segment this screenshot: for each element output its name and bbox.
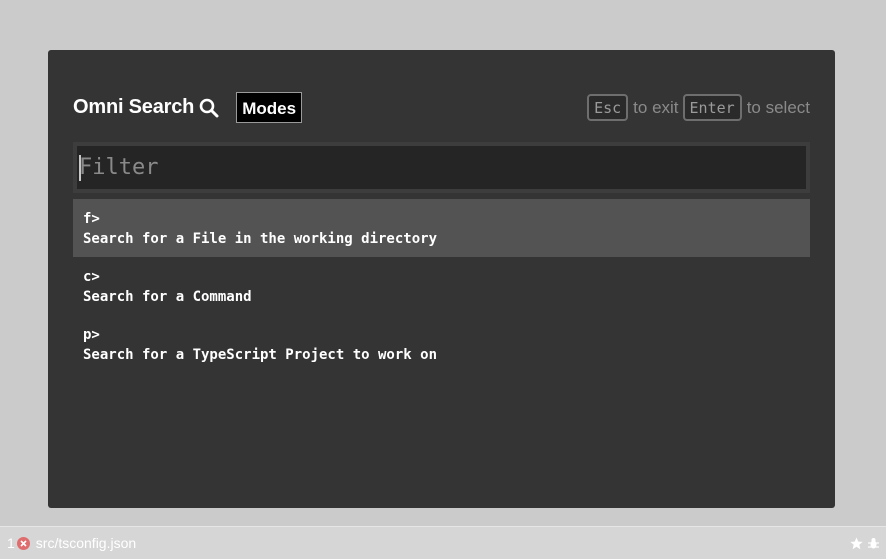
file-path[interactable]: src/tsconfig.json bbox=[36, 535, 136, 551]
modes-button[interactable]: Modes bbox=[236, 92, 303, 123]
select-hint-text: to select bbox=[746, 97, 810, 117]
list-item-description: Search for a Command bbox=[83, 289, 252, 305]
error-count[interactable]: 1 bbox=[7, 535, 15, 551]
list-item-file[interactable]: f> Search for a File in the working dire… bbox=[73, 199, 810, 257]
omni-search-dialog: Omni Search Modes Esc to exit Enter to s… bbox=[48, 50, 835, 508]
dialog-title: Omni Search bbox=[73, 96, 195, 118]
error-circle-icon[interactable] bbox=[16, 536, 30, 550]
exit-hint-text: to exit bbox=[633, 97, 679, 117]
bug-icon[interactable] bbox=[867, 537, 880, 550]
status-left: 1 src/tsconfig.json bbox=[7, 527, 136, 559]
list-item-prefix: p> bbox=[83, 327, 100, 343]
status-right bbox=[850, 527, 880, 559]
list-item-description: Search for a File in the working directo… bbox=[83, 231, 438, 247]
status-bar: 1 src/tsconfig.json bbox=[0, 526, 886, 559]
search-icon bbox=[199, 98, 219, 118]
list-item-project[interactable]: p> Search for a TypeScript Project to wo… bbox=[73, 315, 810, 373]
filter-box bbox=[73, 142, 810, 193]
filter-input[interactable] bbox=[77, 146, 806, 189]
keyboard-hints: Esc to exit Enter to select bbox=[587, 93, 810, 122]
star-icon[interactable] bbox=[850, 537, 863, 550]
list-item-prefix: c> bbox=[83, 269, 100, 285]
list-item-description: Search for a TypeScript Project to work … bbox=[83, 347, 438, 363]
dialog-header: Omni Search Modes Esc to exit Enter to s… bbox=[73, 91, 810, 124]
enter-key-hint: Enter bbox=[682, 94, 742, 121]
mode-list: f> Search for a File in the working dire… bbox=[73, 199, 810, 373]
esc-key-hint: Esc bbox=[587, 94, 629, 121]
text-caret bbox=[79, 155, 81, 181]
list-item-prefix: f> bbox=[83, 211, 100, 227]
list-item-command[interactable]: c> Search for a Command bbox=[73, 257, 810, 315]
title-group: Omni Search Modes bbox=[73, 91, 303, 124]
